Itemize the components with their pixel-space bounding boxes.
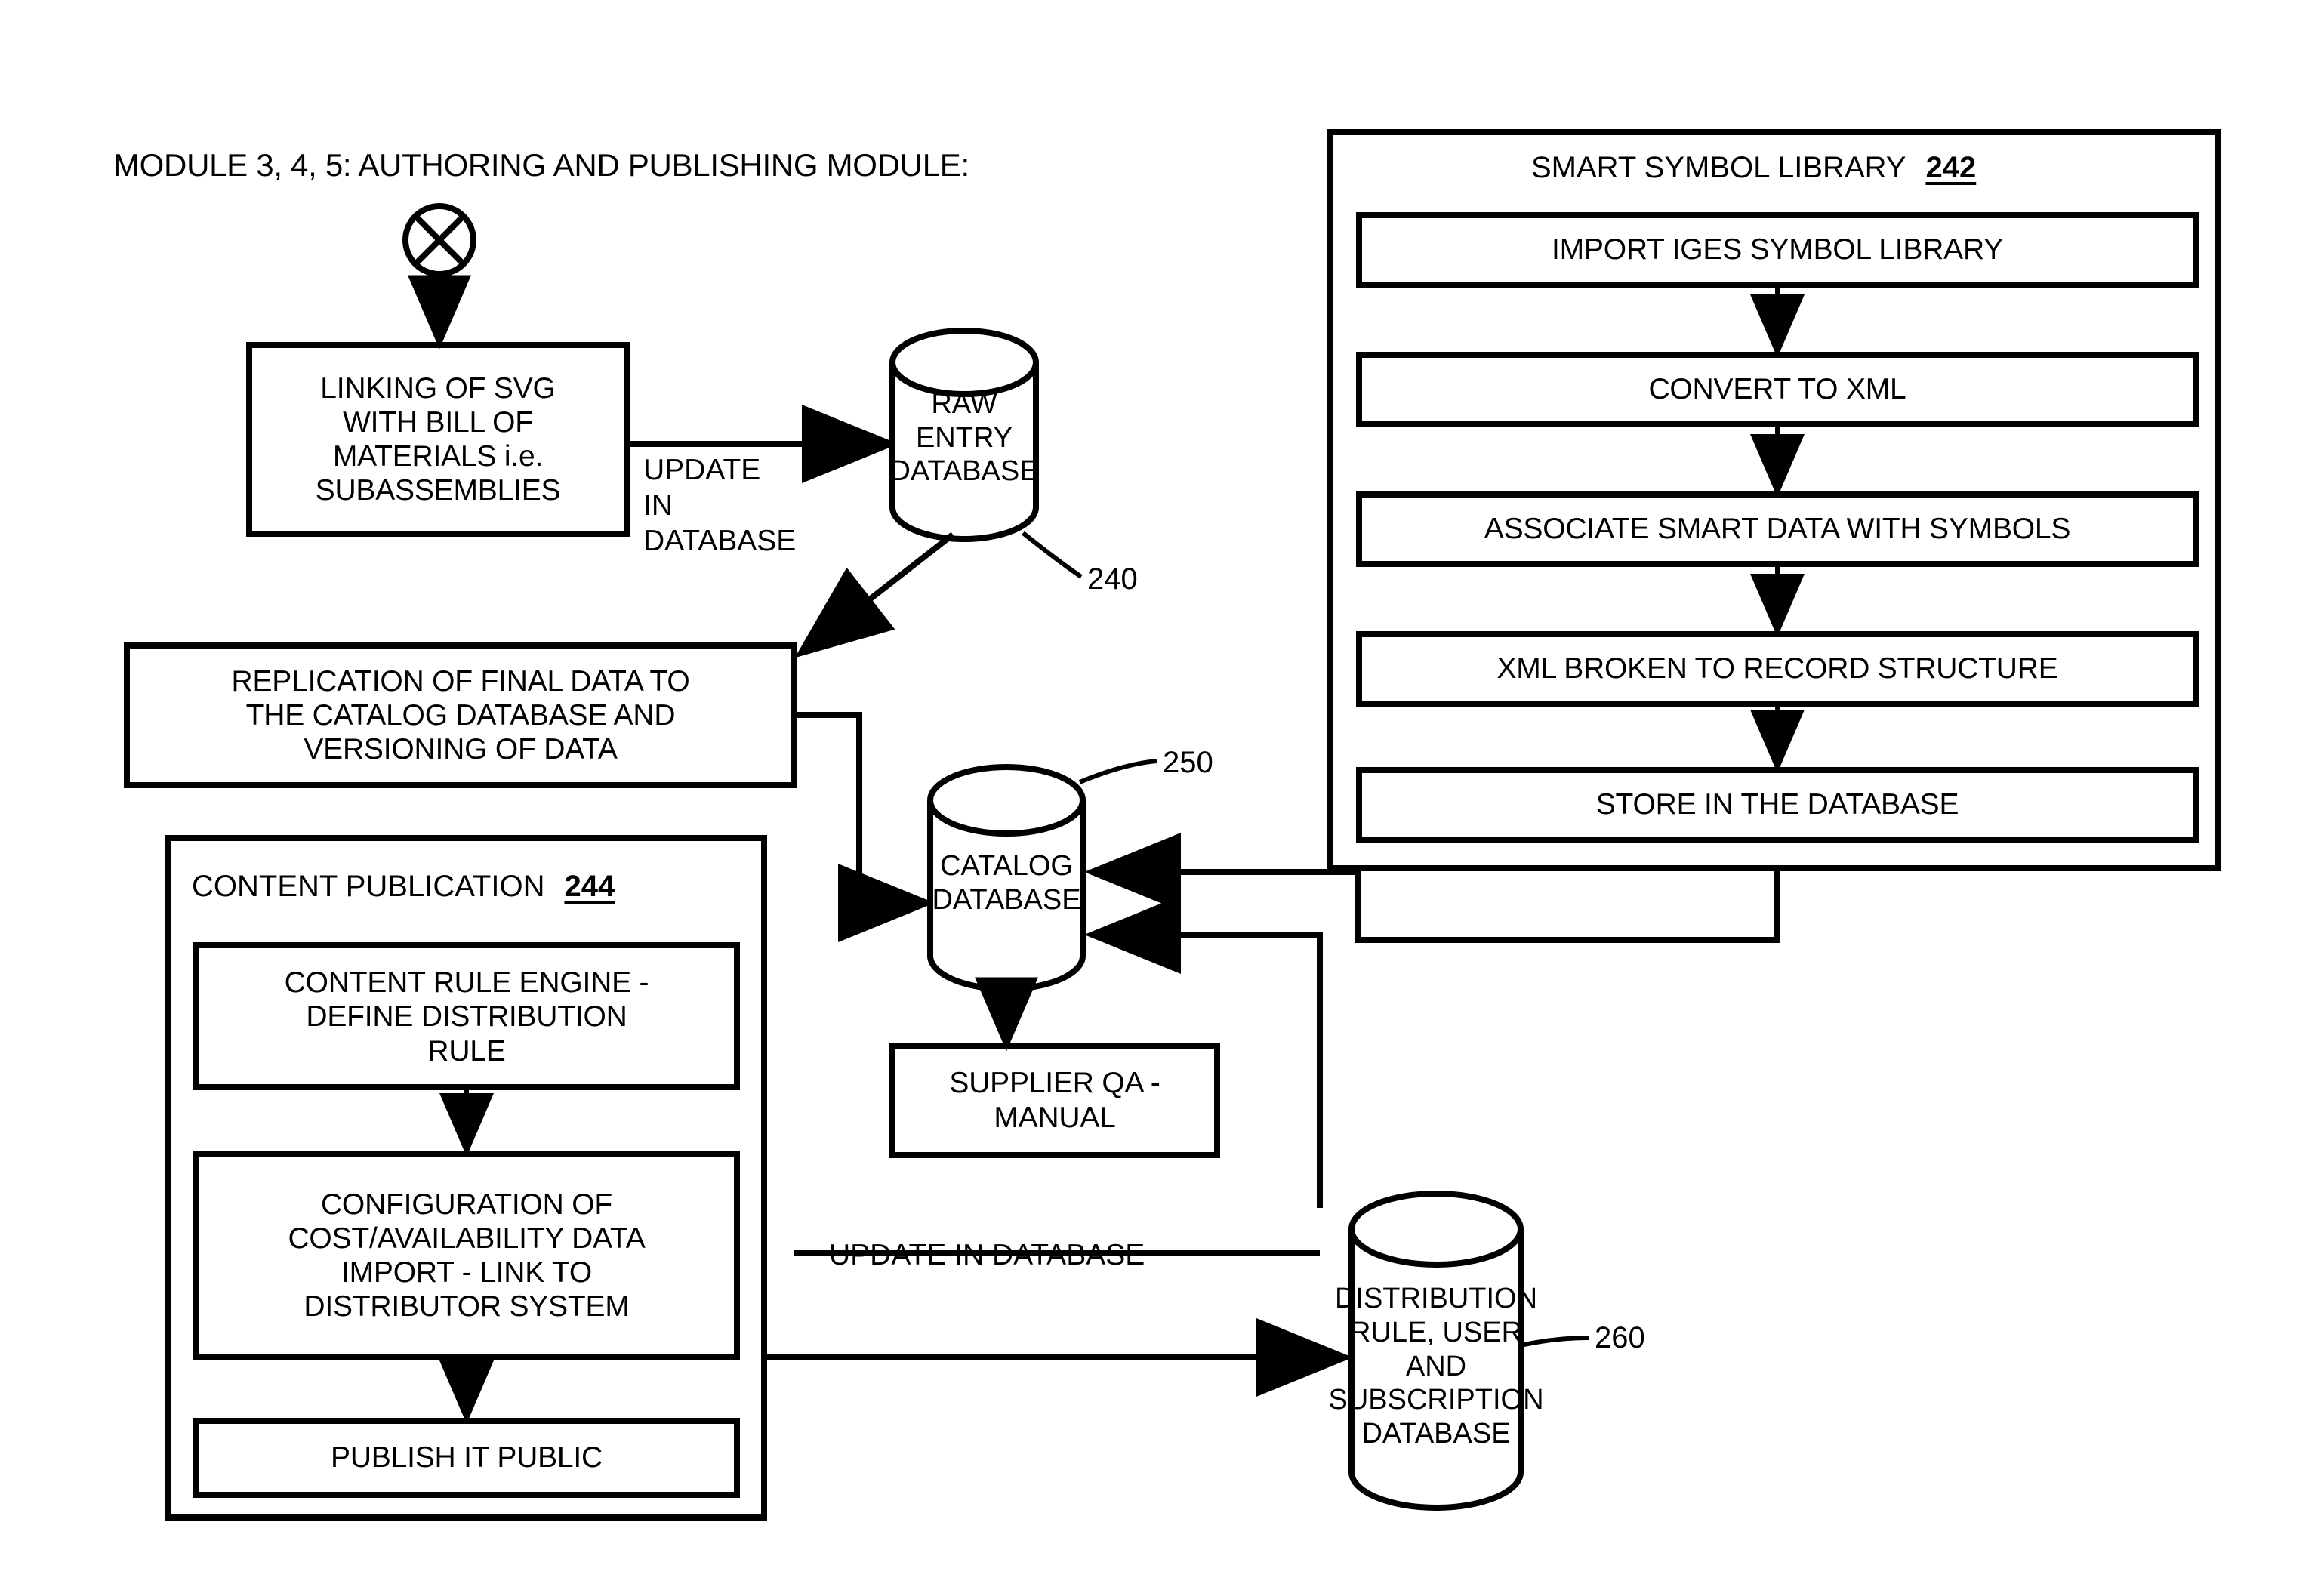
- ref-number-240: 240: [1087, 562, 1138, 596]
- node-content-rule-engine: [193, 942, 740, 1090]
- patent-diagram-canvas: MODULE 3, 4, 5: AUTHORING AND PUBLISHING…: [0, 0, 2324, 1596]
- panel-smart-symbol-library-title-text: SMART SYMBOL LIBRARY: [1531, 151, 1906, 184]
- page-title: MODULE 3, 4, 5: AUTHORING AND PUBLISHING…: [113, 147, 969, 183]
- node-convert-xml: [1356, 352, 2199, 427]
- panel-content-publication-title: CONTENT PUBLICATION 244: [192, 870, 615, 904]
- ref-number-260: 260: [1595, 1321, 1645, 1354]
- node-linking-svg: [246, 342, 630, 537]
- panel-smart-symbol-library: [1327, 129, 2221, 871]
- ref-number-250: 250: [1163, 746, 1213, 779]
- edge-label-update-in-database-inline: UPDATE IN DATABASE: [829, 1239, 1145, 1271]
- node-configuration-cost: [193, 1151, 740, 1360]
- ref-number-242: 242: [1925, 151, 1977, 184]
- db-distribution-rule: [1348, 1191, 1524, 1511]
- db-raw-entry: [889, 328, 1039, 542]
- edge-ssl-to-catalog: [1084, 833, 1780, 943]
- node-replication: [124, 642, 797, 788]
- node-import-iges: [1356, 212, 2199, 288]
- edge-config-to-catalog: [1084, 895, 1323, 1208]
- edge-raw-entry-to-replication: [794, 531, 955, 658]
- edge-replication-to-catalog: [794, 712, 935, 942]
- edge-label-update-in-database: UPDATE IN DATABASE: [643, 454, 797, 557]
- node-supplier-qa: [889, 1043, 1220, 1158]
- diagram-vector-layer: [124, 129, 2221, 1521]
- node-publish-it-public: [193, 1418, 740, 1498]
- db-catalog: [927, 764, 1086, 992]
- leader-240: [1022, 531, 1083, 579]
- node-xml-record-structure: [1356, 631, 2199, 707]
- leader-260: [1520, 1336, 1589, 1348]
- node-associate-smart-data: [1356, 491, 2199, 567]
- panel-content-publication-title-text: CONTENT PUBLICATION: [192, 870, 545, 903]
- node-store-database: [1356, 767, 2199, 843]
- leader-250: [1078, 759, 1157, 784]
- circle-x-connector-icon: [402, 203, 476, 277]
- panel-smart-symbol-library-title: SMART SYMBOL LIBRARY 242: [1531, 151, 1976, 185]
- ref-number-244: 244: [564, 870, 615, 903]
